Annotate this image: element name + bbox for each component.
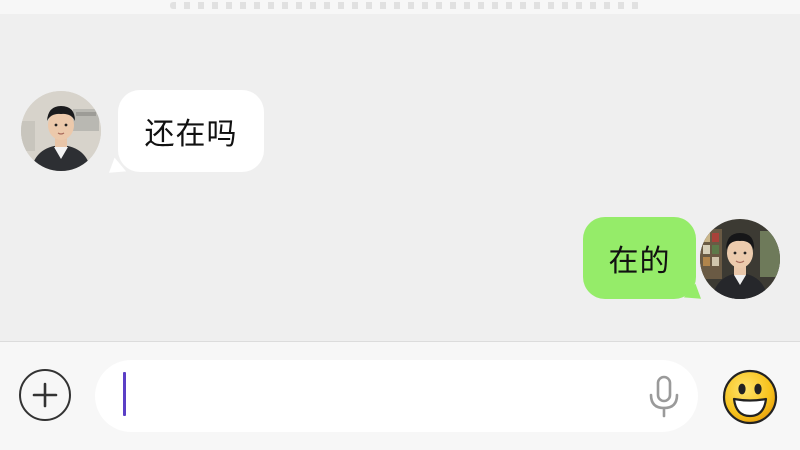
smiley-emoji-icon (722, 369, 778, 425)
incoming-message-bubble[interactable]: 还在吗 (118, 90, 264, 172)
voice-input-button[interactable] (645, 375, 683, 419)
status-bar-blurred-content (170, 2, 640, 9)
contact-avatar-photo (21, 91, 101, 171)
emoji-button[interactable] (722, 369, 778, 425)
outgoing-message-text: 在的 (608, 244, 671, 279)
text-cursor (123, 372, 126, 416)
outgoing-message-bubble[interactable]: 在的 (583, 217, 696, 299)
incoming-message-text: 还在吗 (144, 117, 238, 152)
message-input[interactable] (121, 370, 625, 424)
self-avatar-photo (700, 219, 780, 299)
message-text-field[interactable] (95, 360, 698, 432)
microphone-icon (649, 375, 679, 418)
status-bar (0, 0, 800, 14)
self-avatar[interactable] (700, 219, 780, 299)
more-options-button[interactable] (19, 369, 71, 421)
chat-screen: 还在吗 在的 (0, 0, 800, 450)
plus-circle-icon (32, 382, 58, 408)
contact-avatar[interactable] (21, 91, 101, 171)
